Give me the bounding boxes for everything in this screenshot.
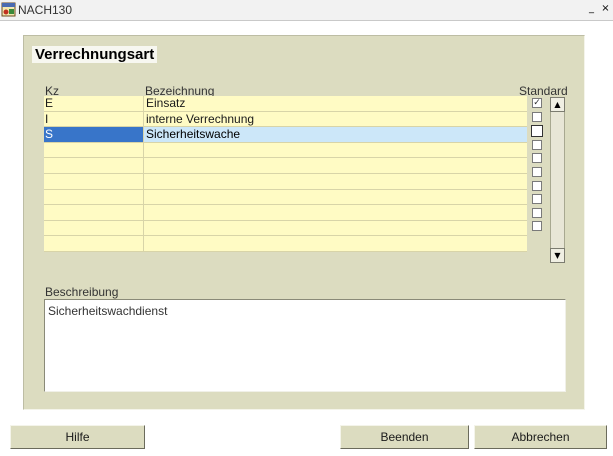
beschreibung-field[interactable]: Sicherheitswachdienst: [44, 299, 566, 392]
cell-bezeichnung[interactable]: Einsatz: [144, 96, 527, 111]
cell-bezeichnung[interactable]: [144, 190, 527, 205]
group-title: Verrechnungsart: [32, 46, 158, 63]
table-row[interactable]: [44, 189, 527, 206]
standard-checkbox[interactable]: [532, 153, 542, 164]
table-row[interactable]: [44, 142, 527, 159]
cell-bezeichnung[interactable]: [144, 221, 527, 236]
table-row[interactable]: [44, 205, 527, 221]
cell-bezeichnung[interactable]: [144, 158, 527, 173]
cell-kz[interactable]: [44, 205, 144, 220]
abbrechen-button[interactable]: Abbrechen: [474, 425, 607, 449]
standard-checkbox[interactable]: ✓: [532, 98, 542, 108]
cell-kz[interactable]: E: [44, 96, 144, 111]
hilfe-button[interactable]: Hilfe: [10, 425, 145, 449]
table-row[interactable]: Iinterne Verrechnung: [44, 111, 527, 128]
table-row[interactable]: E Einsatz: [44, 96, 527, 112]
cell-kz[interactable]: [44, 158, 144, 173]
close-button[interactable]: ×: [599, 3, 612, 15]
standard-checkbox[interactable]: [532, 166, 542, 177]
standard-checkbox[interactable]: [532, 111, 542, 122]
standard-column: ✓: [531, 96, 547, 235]
table-row[interactable]: S Sicherheitswache: [44, 127, 527, 143]
cell-bezeichnung[interactable]: interne Verrechnung: [144, 112, 527, 127]
cell-kz[interactable]: [44, 142, 144, 158]
cell-bezeichnung[interactable]: [144, 174, 527, 189]
cell-bezeichnung[interactable]: [144, 236, 527, 251]
table-row[interactable]: [44, 173, 527, 190]
beschreibung-label: Beschreibung: [45, 285, 119, 299]
standard-checkbox[interactable]: [532, 180, 542, 191]
table-row[interactable]: [44, 220, 527, 237]
cell-bezeichnung[interactable]: [144, 205, 527, 220]
table-row[interactable]: [44, 236, 527, 252]
cell-kz[interactable]: [44, 236, 144, 251]
scroll-down-button[interactable]: ▼: [550, 248, 565, 263]
standard-checkbox[interactable]: [532, 207, 542, 218]
cell-kz[interactable]: S: [44, 127, 144, 142]
cell-kz[interactable]: [44, 173, 144, 189]
window-title: NACH130: [18, 3, 73, 17]
beenden-button[interactable]: Beenden: [340, 425, 469, 449]
scroll-up-button[interactable]: ▲: [550, 97, 565, 112]
verrechnungsart-table: E Einsatz Iinterne Verrechnung S Sicherheits…: [44, 96, 527, 252]
standard-checkbox[interactable]: [532, 194, 542, 205]
standard-checkbox[interactable]: [532, 221, 542, 232]
table-row[interactable]: [44, 158, 527, 174]
table-scrollbar[interactable]: [550, 97, 565, 263]
title-bar: NACH130 _ ×: [0, 0, 613, 21]
cell-kz[interactable]: [44, 220, 144, 236]
cell-bezeichnung[interactable]: [144, 143, 527, 158]
minimize-button[interactable]: _: [585, 3, 598, 15]
cell-kz[interactable]: [44, 189, 144, 205]
app-window-icon: [1, 2, 16, 17]
standard-checkbox[interactable]: [532, 139, 542, 150]
standard-checkbox[interactable]: [531, 125, 543, 138]
cell-kz[interactable]: I: [44, 111, 144, 127]
cell-bezeichnung[interactable]: Sicherheitswache: [144, 127, 527, 142]
